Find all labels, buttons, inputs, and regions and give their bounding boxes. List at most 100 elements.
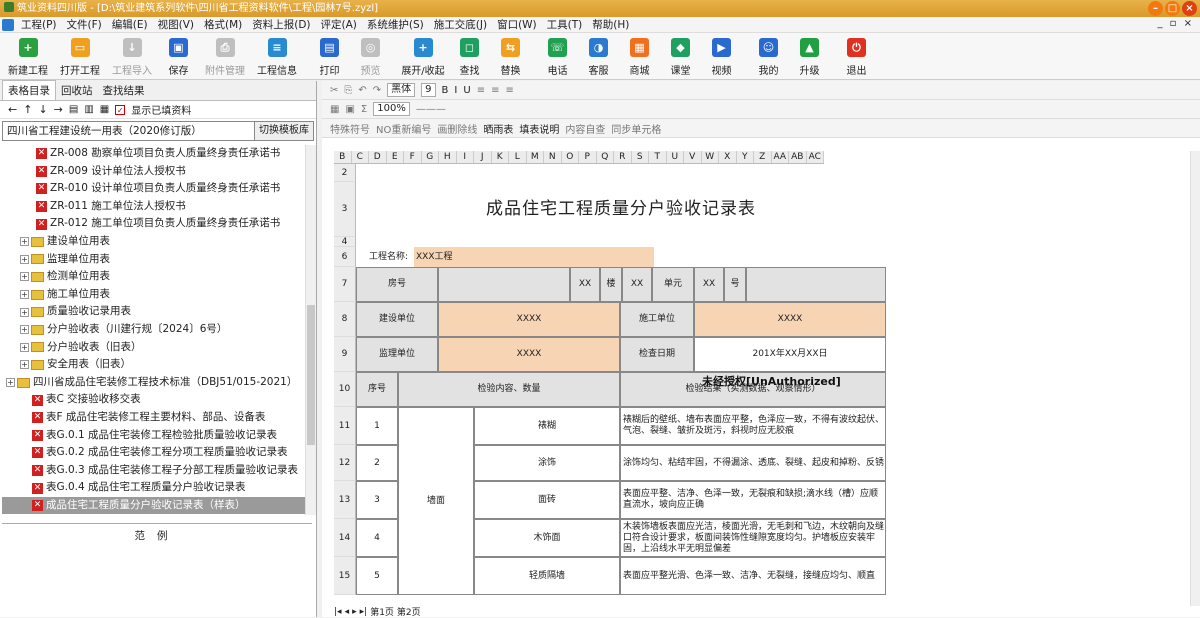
left-tab[interactable]: 回收站 bbox=[56, 81, 98, 100]
tree-node[interactable]: ✕ ZR-012 施工单位项目负责人质量终身责任承诺书 bbox=[2, 215, 312, 233]
zoom-select[interactable]: 100% bbox=[373, 102, 410, 116]
tree-node[interactable]: + 四川省成品住宅装修工程技术标准（DBJ51/015-2021） bbox=[2, 374, 312, 392]
building-label[interactable]: 楼 bbox=[600, 267, 622, 302]
toolbar-button-replace[interactable]: ⇆ 替换 bbox=[490, 33, 531, 80]
align-center-icon[interactable]: ≡ bbox=[491, 85, 499, 96]
content-header[interactable]: 检验内容、数量 bbox=[398, 372, 620, 407]
item-cell[interactable]: 裱糊 bbox=[474, 407, 620, 445]
redo-icon[interactable]: ↷ bbox=[373, 85, 381, 96]
tree-node[interactable]: + 监理单位用表 bbox=[2, 251, 312, 269]
wall-label[interactable]: 墙面 bbox=[398, 407, 474, 595]
action-button[interactable]: 填表说明 bbox=[519, 121, 559, 136]
tree-node[interactable]: ✕ ZR-010 设计单位项目负责人质量终身责任承诺书 bbox=[2, 180, 312, 198]
supervision-unit-label[interactable]: 监理单位 bbox=[356, 337, 438, 372]
room-label[interactable]: 房号 bbox=[356, 267, 438, 302]
sheet-nav-icon[interactable]: ▸ bbox=[352, 607, 357, 617]
tree-node[interactable]: + 施工单位用表 bbox=[2, 286, 312, 304]
switch-template-button[interactable]: 切换模板库 bbox=[254, 122, 313, 140]
seq-cell[interactable]: 1 bbox=[356, 407, 398, 445]
result-cell[interactable]: 木装饰墙板表面应光洁，棱面光滑，无毛刺和飞边，木纹朝向及缝口符合设计要求，板面间… bbox=[620, 519, 886, 557]
tree-scrollbar[interactable] bbox=[305, 145, 316, 515]
menu-item[interactable]: 编辑(E) bbox=[107, 17, 153, 32]
tree-node[interactable]: ✕ 表G.0.2 成品住宅装修工程分项工程质量验收记录表 bbox=[2, 444, 312, 462]
room-no-label[interactable]: 号 bbox=[724, 267, 746, 302]
expand-toggle-icon[interactable]: + bbox=[20, 342, 29, 352]
align-right-icon[interactable]: ≡ bbox=[505, 85, 513, 96]
build-unit-label[interactable]: 建设单位 bbox=[356, 302, 438, 337]
toolbar-button-attachment[interactable]: ⎙ 附件管理 bbox=[199, 33, 251, 80]
toolbar-button-class[interactable]: ◆ 课堂 bbox=[660, 33, 701, 80]
action-button[interactable]: 内容自查 bbox=[565, 121, 605, 136]
down-icon[interactable]: ↓ bbox=[38, 103, 47, 116]
menu-item[interactable]: 格式(M) bbox=[199, 17, 247, 32]
result-cell[interactable]: 裱糊后的壁纸、墙布表面应平整，色泽应一致，不得有波纹起伏、气泡、裂缝、皱折及斑污… bbox=[620, 407, 886, 445]
expand-toggle-icon[interactable]: + bbox=[6, 378, 15, 388]
toolbar-button-preview[interactable]: ◎ 预览 bbox=[350, 33, 391, 80]
tree-node[interactable]: ✕ 成品住宅工程质量分户验收记录表（样表） bbox=[2, 496, 312, 515]
const-unit-label[interactable]: 施工单位 bbox=[620, 302, 694, 337]
tree-node[interactable]: ✕ 表G.0.3 成品住宅装修工程子分部工程质量验收记录表 bbox=[2, 462, 312, 480]
unit-label[interactable]: 单元 bbox=[652, 267, 694, 302]
toolbar-button-import[interactable]: ↓ 工程导入 bbox=[106, 33, 158, 80]
show-filled-checkbox[interactable]: ✓ bbox=[115, 104, 126, 115]
action-button[interactable]: 特殊符号 bbox=[330, 121, 370, 136]
menu-item[interactable]: 工程(P) bbox=[16, 17, 62, 32]
italic-icon[interactable]: I bbox=[454, 85, 457, 96]
item-cell[interactable]: 木饰面 bbox=[474, 519, 620, 557]
action-button[interactable]: 晒雨表 bbox=[483, 121, 513, 136]
merge-icon[interactable]: ▣ bbox=[345, 104, 354, 115]
expand-toggle-icon[interactable]: + bbox=[20, 237, 29, 247]
tree-node[interactable]: ✕ ZR-011 施工单位法人授权书 bbox=[2, 198, 312, 216]
expand-toggle-icon[interactable]: + bbox=[20, 307, 29, 317]
item-cell[interactable]: 轻质隔墙 bbox=[474, 557, 620, 595]
align-left-icon[interactable]: ≡ bbox=[477, 85, 485, 96]
up-icon[interactable]: ↑ bbox=[23, 103, 32, 116]
item-cell[interactable]: 涂饰 bbox=[474, 445, 620, 481]
underline-icon[interactable]: U bbox=[463, 85, 470, 96]
expand-toggle-icon[interactable]: + bbox=[20, 272, 29, 282]
minimize-button[interactable]: – bbox=[1148, 1, 1163, 16]
toolbar-button-expand[interactable]: + 展开/收起 bbox=[397, 33, 449, 80]
tree-node[interactable]: + 建设单位用表 bbox=[2, 233, 312, 251]
expand-toggle-icon[interactable]: + bbox=[20, 290, 29, 300]
seq-cell[interactable]: 4 bbox=[356, 519, 398, 557]
menu-item[interactable]: 视图(V) bbox=[153, 17, 199, 32]
sheet-nav-icon[interactable]: |◂ bbox=[334, 607, 342, 617]
toolbar-button-power[interactable]: ⏻ 退出 bbox=[836, 33, 877, 80]
toolbar-button-upgrade[interactable]: ▲ 升级 bbox=[789, 33, 830, 80]
close-button[interactable]: × bbox=[1182, 1, 1197, 16]
menu-item[interactable]: 系统维护(S) bbox=[362, 17, 429, 32]
toolbar-button-save[interactable]: ▣ 保存 bbox=[158, 33, 199, 80]
sheet-scrollbar[interactable] bbox=[1190, 151, 1200, 606]
seq-cell[interactable]: 5 bbox=[356, 557, 398, 595]
expand-toggle-icon[interactable]: + bbox=[20, 325, 29, 335]
tree-node[interactable]: ✕ 表G.0.4 成品住宅工程质量分户验收记录表 bbox=[2, 479, 312, 497]
menu-item[interactable]: 文件(F) bbox=[62, 17, 107, 32]
tree-scrollbar-thumb[interactable] bbox=[307, 305, 315, 445]
font-size-select[interactable]: 9 bbox=[421, 83, 436, 97]
expand-toggle-icon[interactable]: + bbox=[20, 360, 29, 370]
tree-node[interactable]: + 分户验收表（川建行规〔2024〕6号） bbox=[2, 321, 312, 339]
supervision-unit-value[interactable]: XXXX bbox=[438, 337, 620, 372]
seq-header[interactable]: 序号 bbox=[356, 372, 398, 407]
menu-item[interactable]: 资料上报(D) bbox=[247, 17, 315, 32]
font-select[interactable]: 黑体 bbox=[387, 83, 416, 97]
tree-node[interactable]: ✕ 表F 成品住宅装修工程主要材料、部品、设备表 bbox=[2, 409, 312, 427]
toolbar-button-shop[interactable]: ▦ 商城 bbox=[619, 33, 660, 80]
unit-value[interactable]: XX bbox=[622, 267, 652, 302]
const-unit-value[interactable]: XXXX bbox=[694, 302, 886, 337]
action-button[interactable]: 画删除线 bbox=[437, 121, 477, 136]
border-icon[interactable]: ▦ bbox=[330, 104, 339, 115]
sheet-title[interactable]: 成品住宅工程质量分户验收记录表 bbox=[356, 182, 886, 237]
sheet-tab[interactable]: 第2页 bbox=[397, 605, 421, 618]
project-label[interactable]: 工程名称: bbox=[366, 247, 411, 267]
toolbar-button-user[interactable]: ☺ 我的 bbox=[748, 33, 789, 80]
item-cell[interactable]: 面砖 bbox=[474, 481, 620, 519]
toolbar-button-folder[interactable]: ▭ 打开工程 bbox=[54, 33, 106, 80]
action-button[interactable]: NO重新编号 bbox=[376, 121, 431, 136]
menu-item[interactable]: 评定(A) bbox=[316, 17, 362, 32]
template-combo[interactable]: 四川省工程建设统一用表（2020修订版） 切换模板库 bbox=[2, 121, 314, 141]
building-value[interactable]: XX bbox=[570, 267, 600, 302]
tree-node[interactable]: ✕ 表G.0.1 成品住宅装修工程检验批质量验收记录表 bbox=[2, 427, 312, 445]
tree-node[interactable]: ✕ 表C 交接验收移交表 bbox=[2, 391, 312, 409]
